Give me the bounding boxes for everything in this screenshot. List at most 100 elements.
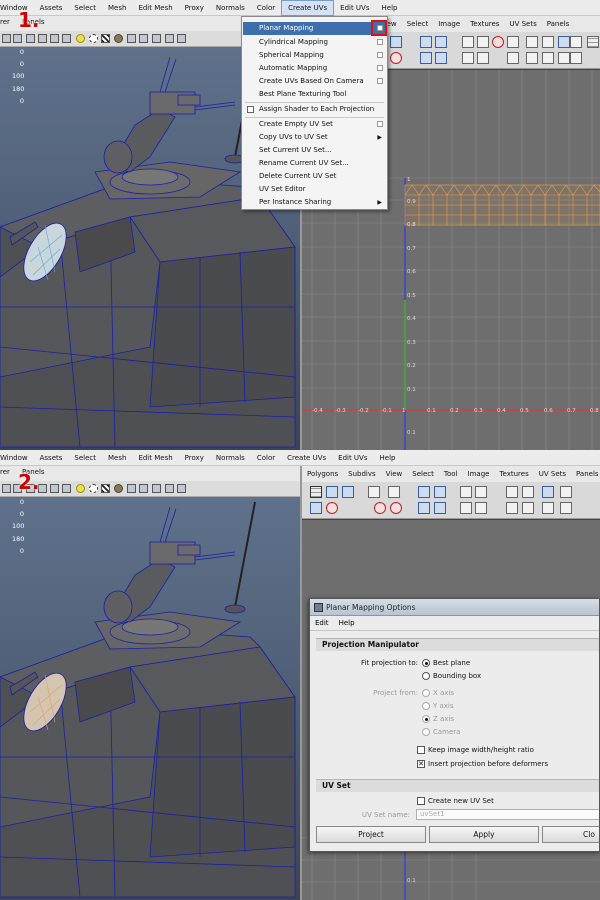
- checker-icon[interactable]: [101, 484, 110, 493]
- viewport-menu-renderer[interactable]: rer: [0, 18, 10, 26]
- viewport-menu-renderer[interactable]: rer: [0, 468, 10, 476]
- layout-uv-icon[interactable]: [434, 502, 446, 514]
- uv-grid-toggle-icon[interactable]: [587, 36, 599, 48]
- shadow-icon[interactable]: [89, 34, 98, 43]
- uv-menu-textures[interactable]: Textures: [465, 20, 504, 28]
- grid-snap-icon[interactable]: [507, 36, 519, 48]
- uv-menu-tool[interactable]: Tool: [439, 470, 463, 478]
- menu-item-rename-uvset[interactable]: Rename Current UV Set...: [243, 157, 386, 170]
- unfold-uv-icon[interactable]: [418, 502, 430, 514]
- image-range-icon[interactable]: [560, 502, 572, 514]
- align-top-icon[interactable]: [475, 486, 487, 498]
- menu-item-planar-mapping[interactable]: Planar Mapping: [243, 22, 386, 35]
- uvset-name-field[interactable]: uvSet1: [416, 809, 599, 820]
- menu-select[interactable]: Select: [68, 450, 102, 466]
- grid-snap-icon[interactable]: [475, 502, 487, 514]
- layout-icon[interactable]: [507, 52, 519, 64]
- apply-button[interactable]: Apply: [429, 826, 539, 843]
- select-arrow-icon[interactable]: [368, 486, 380, 498]
- camera-icon[interactable]: [2, 34, 11, 43]
- menu-select[interactable]: Select: [68, 0, 102, 16]
- relax-uv-icon[interactable]: [374, 502, 386, 514]
- wireframe-icon[interactable]: [26, 34, 35, 43]
- menu-edit-mesh[interactable]: Edit Mesh: [132, 450, 178, 466]
- move-uv-icon[interactable]: [326, 486, 338, 498]
- menu-create-uvs[interactable]: Create UVs: [281, 0, 335, 16]
- shaded-uv-icon[interactable]: [542, 36, 554, 48]
- uv-menu-textures[interactable]: Textures: [494, 470, 533, 478]
- radio-y-axis[interactable]: [422, 702, 430, 710]
- dialog-menu-edit[interactable]: Edit: [310, 619, 334, 627]
- rotate-uv-icon[interactable]: [326, 502, 338, 514]
- align-right-icon[interactable]: [477, 36, 489, 48]
- smooth-shade-icon[interactable]: [38, 34, 47, 43]
- uv-shell-icon[interactable]: [526, 36, 538, 48]
- 3d-viewport[interactable]: 0 0 100 180 0: [0, 497, 300, 900]
- keep-ratio-checkbox[interactable]: [417, 746, 425, 754]
- shaded-wire-icon[interactable]: [50, 34, 59, 43]
- menu-item-per-instance-sharing[interactable]: Per Instance Sharing ▶: [243, 196, 386, 209]
- xray-icon[interactable]: [139, 34, 148, 43]
- sew-uv-icon[interactable]: [435, 52, 447, 64]
- camera-bookmark-icon[interactable]: [165, 34, 174, 43]
- xray-icon[interactable]: [139, 484, 148, 493]
- uv-menu-uv-sets[interactable]: UV Sets: [534, 470, 571, 478]
- radio-bounding-box[interactable]: [422, 672, 430, 680]
- align-right-icon[interactable]: [460, 486, 472, 498]
- menu-item-uvset-editor[interactable]: UV Set Editor: [243, 183, 386, 196]
- uv-menu-subdivs[interactable]: Subdivs: [343, 470, 381, 478]
- create-new-uvset-checkbox[interactable]: [417, 797, 425, 805]
- align-bottom-icon[interactable]: [477, 52, 489, 64]
- menu-proxy[interactable]: Proxy: [179, 0, 210, 16]
- checker-icon[interactable]: [101, 34, 110, 43]
- align-left-icon[interactable]: [462, 36, 474, 48]
- menu-mesh[interactable]: Mesh: [102, 0, 132, 16]
- uv-border-icon[interactable]: [522, 486, 534, 498]
- pixel-snap-icon[interactable]: [558, 52, 570, 64]
- align-bottom-icon[interactable]: [460, 502, 472, 514]
- menu-item-spherical-mapping[interactable]: Spherical Mapping: [243, 49, 386, 62]
- align-top-icon[interactable]: [462, 52, 474, 64]
- view-cube-icon[interactable]: [152, 484, 161, 493]
- radio-best-plane[interactable]: [422, 659, 430, 667]
- menu-item-copy-uvs[interactable]: Copy UVs to UV Set ▶: [243, 131, 386, 144]
- light-icon[interactable]: [76, 484, 85, 493]
- flip-u-icon[interactable]: [342, 486, 354, 498]
- flip-v-icon[interactable]: [435, 36, 447, 48]
- rotate-ccw-icon[interactable]: [390, 502, 402, 514]
- menu-normals[interactable]: Normals: [210, 0, 251, 16]
- menu-color[interactable]: Color: [251, 450, 281, 466]
- project-button[interactable]: Project: [316, 826, 426, 843]
- uv-menu-polygons[interactable]: Polygons: [302, 470, 343, 478]
- menu-item-create-empty-uvset[interactable]: Create Empty UV Set: [243, 118, 386, 131]
- grid-icon[interactable]: [13, 34, 22, 43]
- cut-uv-icon[interactable]: [420, 52, 432, 64]
- uv-shell-icon[interactable]: [506, 486, 518, 498]
- menu-edit-uvs[interactable]: Edit UVs: [334, 0, 375, 16]
- menu-color[interactable]: Color: [251, 0, 281, 16]
- menu-item-set-current-uvset[interactable]: Set Current UV Set...: [243, 144, 386, 157]
- resolution-gate-icon[interactable]: [177, 484, 186, 493]
- uv-menu-select[interactable]: Select: [402, 20, 434, 28]
- pixel-snap-icon[interactable]: [542, 502, 554, 514]
- menu-normals[interactable]: Normals: [210, 450, 251, 466]
- menu-mesh[interactable]: Mesh: [102, 450, 132, 466]
- uv-grid-toggle-icon[interactable]: [310, 486, 322, 498]
- isolate-icon[interactable]: [127, 34, 136, 43]
- uv-border-icon[interactable]: [526, 52, 538, 64]
- menu-item-best-plane-texturing[interactable]: Best Plane Texturing Tool: [243, 88, 386, 101]
- uv-distortion-icon[interactable]: [542, 52, 554, 64]
- cross-icon[interactable]: [560, 486, 572, 498]
- menu-edit-uvs[interactable]: Edit UVs: [332, 450, 373, 466]
- uv-menu-select[interactable]: Select: [407, 470, 439, 478]
- material-icon[interactable]: [114, 34, 123, 43]
- uv-menu-view[interactable]: View: [381, 470, 408, 478]
- move-uv-icon[interactable]: [390, 36, 402, 48]
- image-range-icon[interactable]: [570, 52, 582, 64]
- menu-item-delete-uvset[interactable]: Delete Current UV Set: [243, 170, 386, 183]
- align-left-icon[interactable]: [388, 486, 400, 498]
- menu-proxy[interactable]: Proxy: [179, 450, 210, 466]
- radio-z-axis[interactable]: [422, 715, 430, 723]
- material-icon[interactable]: [114, 484, 123, 493]
- uv-menu-image[interactable]: Image: [463, 470, 495, 478]
